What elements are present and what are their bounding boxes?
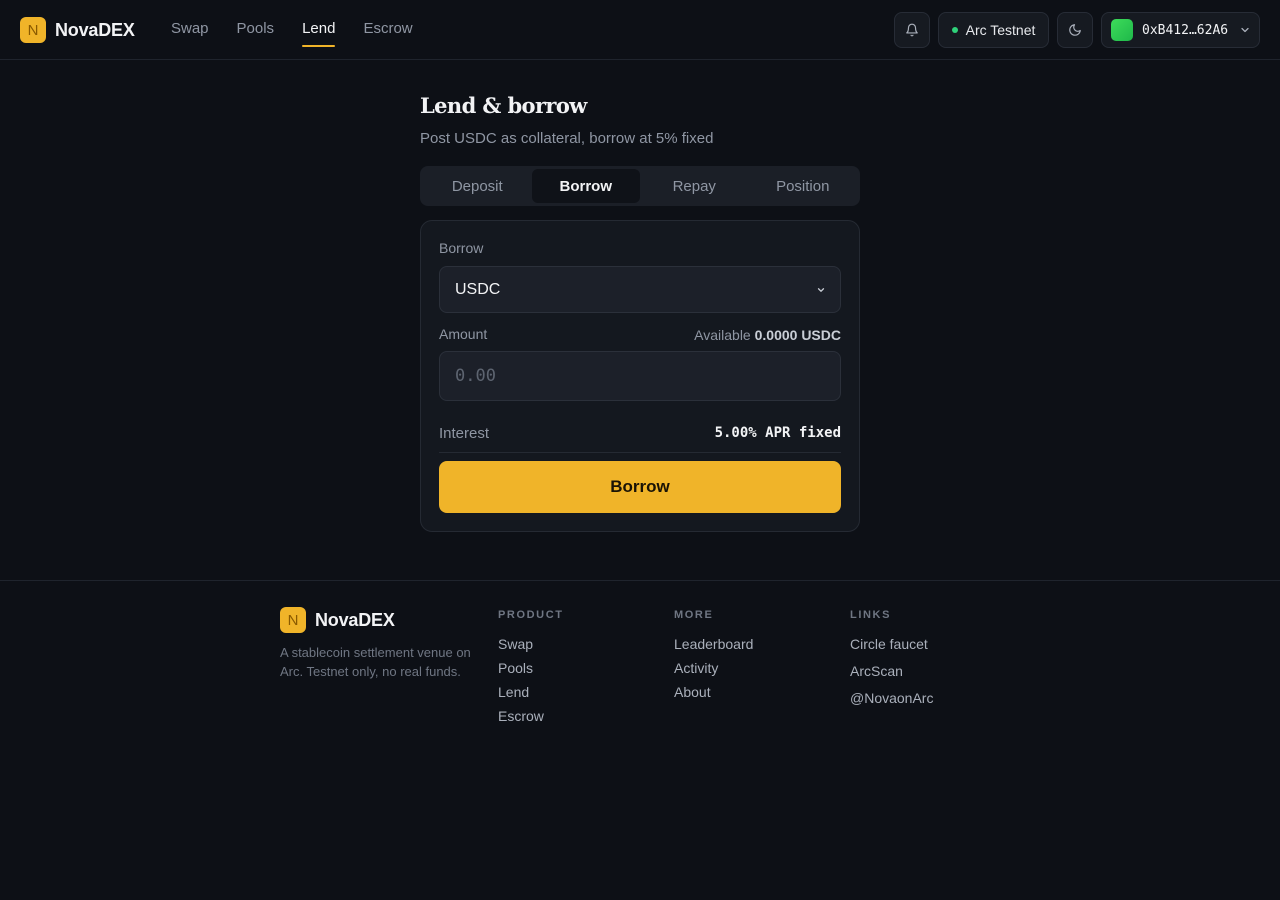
- top-header: N NovaDEX Swap Pools Lend Escrow Arc Tes…: [0, 0, 1280, 60]
- asset-select-value: USDC: [455, 280, 501, 298]
- page-subtitle: Post USDC as collateral, borrow at 5% fi…: [420, 130, 714, 147]
- footer-column-product: PRODUCT Swap Pools Lend Escrow: [498, 609, 564, 731]
- footer-brand: N NovaDEX: [280, 607, 395, 633]
- theme-toggle-button[interactable]: [1057, 12, 1093, 48]
- footer-link-arcscan[interactable]: ArcScan: [850, 662, 933, 680]
- chevron-down-icon: [817, 288, 825, 292]
- tab-borrow[interactable]: Borrow: [531, 169, 640, 203]
- footer: N NovaDEX A stablecoin settlement venue …: [0, 580, 1280, 900]
- footer-link-circle-faucet[interactable]: Circle faucet: [850, 635, 933, 653]
- tab-position[interactable]: Position: [749, 169, 858, 203]
- footer-description: A stablecoin settlement venue on Arc. Te…: [280, 645, 471, 679]
- bell-icon: [906, 23, 918, 37]
- footer-column-more: MORE Leaderboard Activity About: [674, 609, 753, 707]
- brand[interactable]: N NovaDEX: [20, 17, 135, 43]
- footer-link-pools[interactable]: Pools: [498, 659, 564, 677]
- brand-name: NovaDEX: [55, 19, 135, 40]
- wallet-button[interactable]: 0xB412…62A6: [1101, 12, 1260, 48]
- nav-lend[interactable]: Lend: [302, 20, 336, 47]
- footer-link-escrow[interactable]: Escrow: [498, 707, 564, 725]
- wallet-address: 0xB412…62A6: [1142, 22, 1229, 38]
- nav-swap[interactable]: Swap: [171, 20, 209, 41]
- tab-deposit[interactable]: Deposit: [423, 169, 532, 203]
- interest-label: Interest: [439, 425, 490, 442]
- chevron-down-icon: [1241, 27, 1249, 33]
- footer-link-activity[interactable]: Activity: [674, 659, 753, 677]
- footer-heading-more: MORE: [674, 609, 714, 621]
- footer-link-lend[interactable]: Lend: [498, 683, 564, 701]
- main-nav: Swap Pools Lend Escrow: [171, 20, 413, 47]
- footer-link-twitter[interactable]: @NovaonArc: [850, 689, 933, 707]
- footer-link-about[interactable]: About: [674, 683, 753, 701]
- available-label: Available: [694, 327, 751, 343]
- lend-tabs: Deposit Borrow Repay Position: [420, 166, 860, 206]
- footer-column-links: LINKS Circle faucet ArcScan @NovaonArc: [850, 609, 933, 716]
- footer-logo: N: [280, 607, 306, 633]
- interest-value: 5.00% APR fixed: [714, 425, 841, 441]
- footer-heading-links: LINKS: [850, 609, 891, 621]
- network-label: Arc Testnet: [965, 22, 1036, 38]
- nav-escrow[interactable]: Escrow: [363, 20, 412, 41]
- footer-link-leaderboard[interactable]: Leaderboard: [674, 635, 753, 653]
- available-value: 0.0000 USDC: [754, 327, 841, 343]
- notifications-button[interactable]: [894, 12, 930, 48]
- interest-row: Interest 5.00% APR fixed: [439, 423, 841, 453]
- borrow-asset-label: Borrow: [439, 240, 484, 256]
- network-status-dot: [951, 27, 958, 33]
- wallet-avatar: [1111, 19, 1133, 41]
- nav-pools[interactable]: Pools: [237, 20, 275, 41]
- available-balance: Available 0.0000 USDC: [694, 327, 841, 343]
- tab-repay[interactable]: Repay: [640, 169, 749, 203]
- amount-label: Amount: [439, 326, 488, 342]
- asset-select[interactable]: USDC: [439, 266, 841, 313]
- page-title: Lend & borrow: [420, 93, 587, 118]
- footer-heading-product: PRODUCT: [498, 609, 564, 621]
- amount-input[interactable]: [439, 351, 841, 401]
- borrow-button[interactable]: Borrow: [439, 461, 841, 513]
- moon-icon: [1069, 24, 1081, 36]
- borrow-card: Borrow USDC Amount Available 0.0000 USDC…: [420, 220, 860, 532]
- brand-logo: N: [20, 17, 46, 43]
- footer-link-swap[interactable]: Swap: [498, 635, 564, 653]
- footer-brand-name: NovaDEX: [315, 609, 395, 630]
- network-button[interactable]: Arc Testnet: [938, 12, 1049, 48]
